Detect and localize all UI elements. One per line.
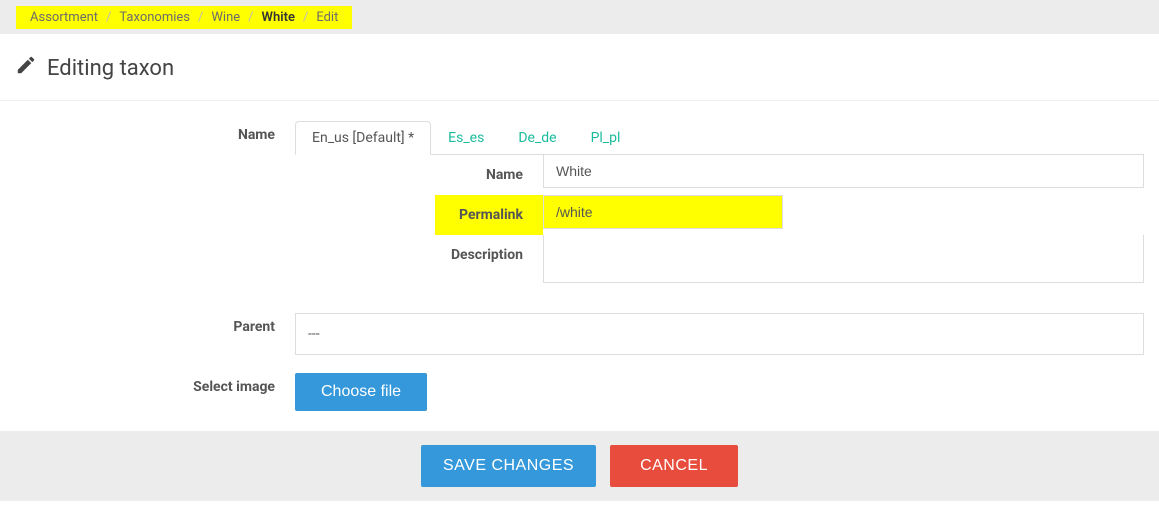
- page-title: Editing taxon: [47, 56, 174, 81]
- breadcrumb-sep: /: [198, 10, 203, 25]
- breadcrumb-sep: /: [248, 10, 253, 25]
- tab-es-es[interactable]: Es_es: [431, 121, 501, 155]
- locale-tabs: En_us [Default] * Es_es De_de Pl_pl: [295, 121, 1144, 155]
- breadcrumb-wine[interactable]: Wine: [211, 10, 240, 25]
- label-description: Description: [435, 235, 543, 283]
- tab-de-de[interactable]: De_de: [501, 121, 573, 155]
- breadcrumb-bar: Assortment / Taxonomies / Wine / White /…: [0, 0, 1159, 34]
- breadcrumb-edit[interactable]: Edit: [316, 10, 338, 25]
- input-description[interactable]: [543, 235, 1144, 283]
- breadcrumb-taxonomies[interactable]: Taxonomies: [119, 10, 190, 25]
- breadcrumb-sep: /: [303, 10, 308, 25]
- breadcrumb-assortment[interactable]: Assortment: [30, 10, 98, 25]
- footer-bar: SAVE CHANGES CANCEL: [0, 431, 1159, 501]
- button-save-changes[interactable]: SAVE CHANGES: [421, 445, 596, 487]
- select-parent[interactable]: ---: [295, 313, 1144, 355]
- breadcrumb: Assortment / Taxonomies / Wine / White /…: [16, 6, 352, 29]
- tab-en-us[interactable]: En_us [Default] *: [295, 121, 431, 155]
- button-choose-file[interactable]: Choose file: [295, 373, 427, 411]
- button-cancel[interactable]: CANCEL: [610, 445, 738, 487]
- breadcrumb-white[interactable]: White: [262, 10, 295, 25]
- pencil-icon: [15, 54, 37, 82]
- label-permalink: Permalink: [435, 195, 543, 235]
- input-name[interactable]: [543, 155, 1144, 188]
- breadcrumb-sep: /: [106, 10, 111, 25]
- label-select-image: Select image: [15, 373, 295, 411]
- label-parent: Parent: [15, 313, 295, 355]
- label-name: Name: [15, 121, 295, 283]
- label-subname: Name: [435, 155, 543, 195]
- page-header: Editing taxon: [0, 34, 1159, 101]
- input-permalink[interactable]: [543, 195, 783, 229]
- tab-pl-pl[interactable]: Pl_pl: [574, 121, 638, 155]
